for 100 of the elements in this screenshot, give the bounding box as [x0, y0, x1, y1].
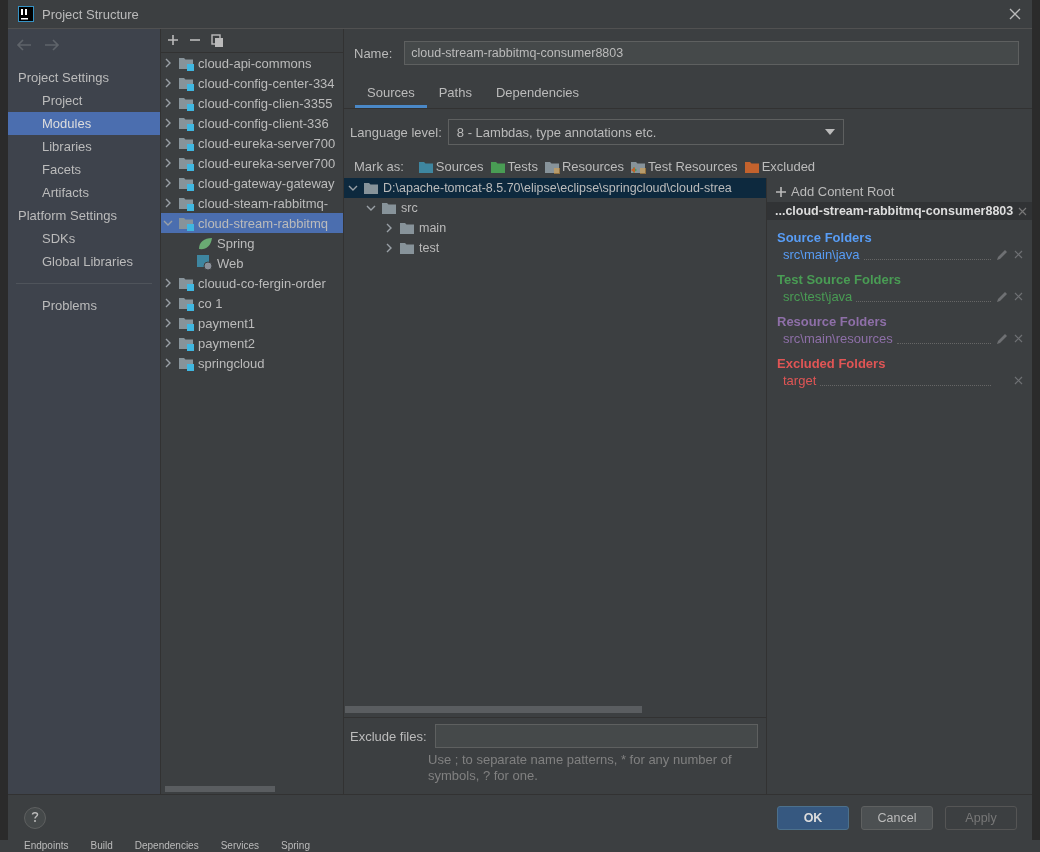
nav-item[interactable]: Artifacts — [8, 181, 160, 204]
content-tree-row[interactable]: D:\apache-tomcat-8.5.70\elipse\eclipse\springcloud\cloud-strea — [344, 178, 766, 198]
folder-icon — [399, 221, 415, 235]
tab[interactable]: Paths — [426, 79, 484, 108]
nav-item[interactable]: Project — [8, 89, 160, 112]
module-folder-icon — [178, 155, 194, 171]
folder-path[interactable]: src\main\java — [783, 247, 860, 262]
module-folder-icon — [178, 355, 194, 371]
exclude-files-field[interactable] — [434, 724, 758, 748]
field-label: Language level: — [350, 124, 442, 140]
nav-item[interactable]: Facets — [8, 158, 160, 181]
add-icon — [775, 185, 787, 198]
scrollbar[interactable] — [165, 786, 275, 792]
mark-as-button[interactable]: Test Resources — [630, 159, 738, 174]
module-folder-icon — [178, 315, 194, 331]
mark-as-button[interactable]: Excluded — [743, 159, 816, 174]
tab[interactable]: Dependencies — [483, 79, 592, 108]
module-row[interactable]: cloud-api-commons — [161, 53, 343, 73]
module-folder-icon — [178, 275, 194, 291]
module-row[interactable]: cloud-eureka-server700 — [161, 153, 343, 173]
module-folder-icon — [178, 95, 194, 111]
edit-icon[interactable] — [995, 247, 1009, 262]
dialog-button[interactable]: OK — [777, 805, 849, 830]
mark-as-button[interactable]: Resources — [543, 159, 625, 174]
remove-icon[interactable] — [1013, 375, 1024, 386]
module-row[interactable]: payment1 — [161, 313, 343, 333]
field-label: Mark as: — [354, 159, 404, 174]
close-icon[interactable] — [1008, 7, 1022, 21]
scrollbar[interactable] — [345, 706, 642, 713]
nav-item[interactable]: Modules — [8, 112, 160, 135]
leaf-icon — [197, 235, 213, 251]
facet-label[interactable]: Spring — [217, 235, 255, 251]
section-heading: Platform Settings — [17, 207, 118, 225]
remove-icon[interactable] — [1013, 249, 1024, 260]
field-label: Exclude files: — [350, 728, 427, 744]
module-folder-icon — [178, 55, 194, 71]
nav-item[interactable]: Libraries — [8, 135, 160, 158]
tool-window-tab[interactable]: Spring — [281, 840, 310, 852]
copy-icon[interactable] — [211, 34, 224, 48]
edit-icon[interactable] — [995, 331, 1009, 346]
module-folder-icon — [178, 295, 194, 311]
folder-group-title: Resource Folders — [776, 313, 888, 331]
module-row[interactable]: cloud-config-client-336 — [161, 113, 343, 133]
content-root-path: ...cloud-stream-rabbitmq-consumer8803 — [775, 204, 1014, 218]
forward-arrow-icon — [44, 38, 60, 52]
folder-group-title: Test Source Folders — [776, 271, 902, 289]
module-row[interactable]: co 1 — [161, 293, 343, 313]
dropdown-caret-icon — [824, 129, 835, 135]
module-folder-icon — [178, 175, 194, 191]
tool-window-tab[interactable]: Build — [90, 840, 113, 852]
back-arrow-icon — [16, 38, 32, 52]
folder-path[interactable]: src\test\java — [783, 289, 853, 304]
facet-label[interactable]: Web — [217, 255, 244, 271]
app-logo-icon — [18, 6, 34, 22]
nav-item[interactable]: SDKs — [8, 227, 160, 250]
field-label: Name: — [354, 45, 393, 61]
close-icon[interactable] — [1017, 205, 1029, 217]
nav-item[interactable]: Global Libraries — [8, 250, 160, 273]
module-folder-icon — [178, 75, 194, 91]
module-row[interactable]: springcloud — [161, 353, 343, 373]
tab[interactable]: Sources — [355, 79, 427, 108]
content-tree-row[interactable]: src — [344, 198, 766, 218]
module-row[interactable]: payment2 — [161, 333, 343, 353]
folder-icon — [381, 201, 397, 215]
module-row[interactable]: cloud-steam-rabbitmq- — [161, 193, 343, 213]
module-folder-icon — [178, 215, 194, 231]
add-icon[interactable] — [167, 34, 179, 46]
module-row[interactable]: clouud-co-fergin-order — [161, 273, 343, 293]
edit-icon[interactable] — [995, 289, 1009, 304]
module-row[interactable]: cloud-config-clien-3355 — [161, 93, 343, 113]
help-icon — [29, 809, 41, 823]
module-folder-icon — [178, 115, 194, 131]
tool-window-tab[interactable]: Dependencies — [134, 840, 199, 852]
content-tree-row[interactable]: test — [344, 238, 766, 258]
add-content-root-button[interactable]: Add Content Root — [767, 182, 1032, 202]
content-tree-row[interactable]: main — [344, 218, 766, 238]
name-field[interactable]: cloud-stream-rabbitmq-consumer8803 — [404, 41, 1019, 65]
language-level-dropdown[interactable]: 8 - Lambdas, type annotations etc. — [447, 119, 844, 145]
section-heading: Project Settings — [17, 69, 111, 87]
tool-window-tab[interactable]: Services — [220, 840, 260, 852]
dialog-button[interactable]: Cancel — [861, 805, 933, 830]
module-row[interactable]: cloud-config-center-334 — [161, 73, 343, 93]
remove-icon[interactable] — [1013, 333, 1024, 344]
folder-icon — [363, 181, 379, 195]
remove-icon[interactable] — [1013, 291, 1024, 302]
module-folder-icon — [178, 135, 194, 151]
module-folder-icon — [178, 335, 194, 351]
folder-icon — [399, 241, 415, 255]
mark-as-button[interactable]: Tests — [489, 159, 538, 174]
folder-group-title: Source Folders — [776, 229, 873, 247]
window-title: Project Structure — [42, 6, 139, 22]
folder-path[interactable]: target — [783, 373, 817, 388]
tool-window-tab[interactable]: Endpoints — [24, 840, 69, 852]
hint-text: Use ; to separate name patterns, * for any number of symbols, ? for one. — [427, 751, 733, 785]
module-row[interactable]: cloud-eureka-server700 — [161, 133, 343, 153]
mark-as-button[interactable]: Sources — [417, 159, 484, 174]
web-facet-icon — [197, 255, 213, 271]
help-button[interactable] — [24, 806, 46, 829]
module-row[interactable]: cloud-gateway-gateway — [161, 173, 343, 193]
nav-item[interactable]: Problems — [8, 294, 160, 317]
